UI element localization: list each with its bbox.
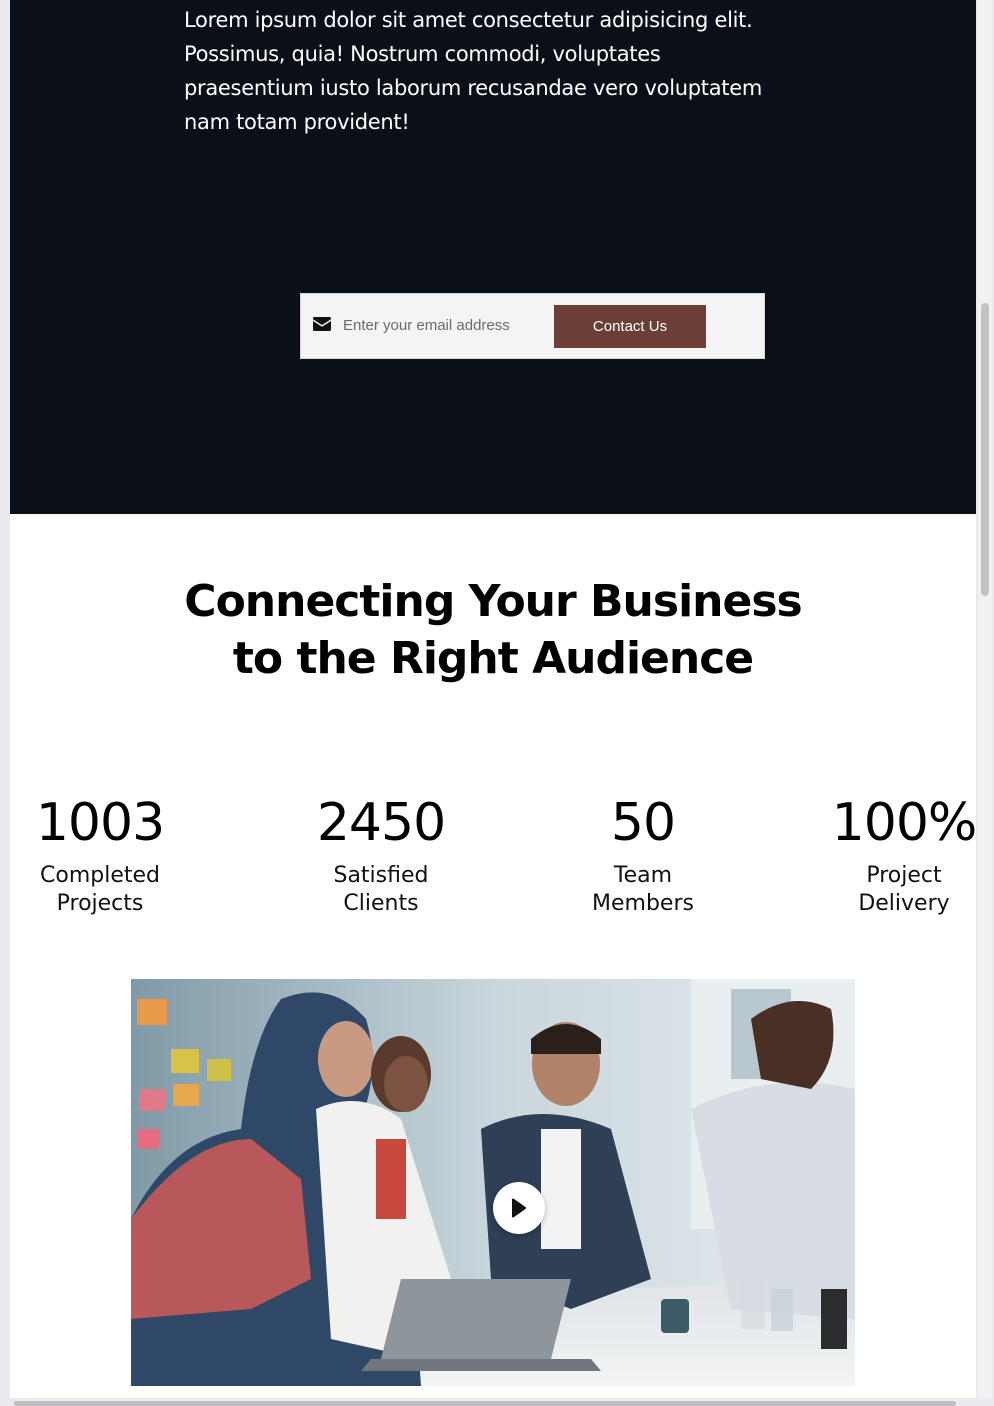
hero-section: Lorem ipsum dolor sit amet consectetur a… [10,0,976,514]
email-input[interactable] [343,313,511,337]
play-icon [512,1198,526,1218]
stat-number: 2450 [316,793,446,853]
envelope-icon [313,317,331,331]
video-thumbnail[interactable] [131,979,855,1386]
page-viewport: Lorem ipsum dolor sit amet consectetur a… [10,0,976,1398]
stat-completed-projects: 1003 Completed Projects [10,790,220,918]
stat-number: 1003 [35,793,165,853]
play-button[interactable] [493,1182,545,1234]
headline-line-2: to the Right Audience [232,633,754,684]
team-meeting-image [131,979,855,1386]
stat-number: 50 [610,793,676,853]
vertical-scrollbar-thumb[interactable] [981,303,989,596]
stat-label: Satisfied Clients [333,863,429,916]
email-contact-form: Contact Us [300,293,765,359]
stat-team-members: 50 Team Members [523,790,763,918]
stat-label: Team Members [592,863,694,916]
stat-project-delivery: 100% Project Delivery [784,790,976,918]
stat-label: Project Delivery [858,863,950,916]
headline-line-1: Connecting Your Business [184,576,802,627]
stat-satisfied-clients: 2450 Satisfied Clients [261,790,501,918]
hero-paragraph: Lorem ipsum dolor sit amet consectetur a… [184,8,762,134]
stat-number: 100% [831,793,976,853]
section-headline: Connecting Your Business to the Right Au… [10,573,976,687]
horizontal-scrollbar-thumb[interactable] [14,1401,956,1406]
vertical-scrollbar[interactable] [978,0,992,1398]
contact-us-button[interactable]: Contact Us [554,305,706,348]
stat-label: Completed Projects [40,863,160,916]
